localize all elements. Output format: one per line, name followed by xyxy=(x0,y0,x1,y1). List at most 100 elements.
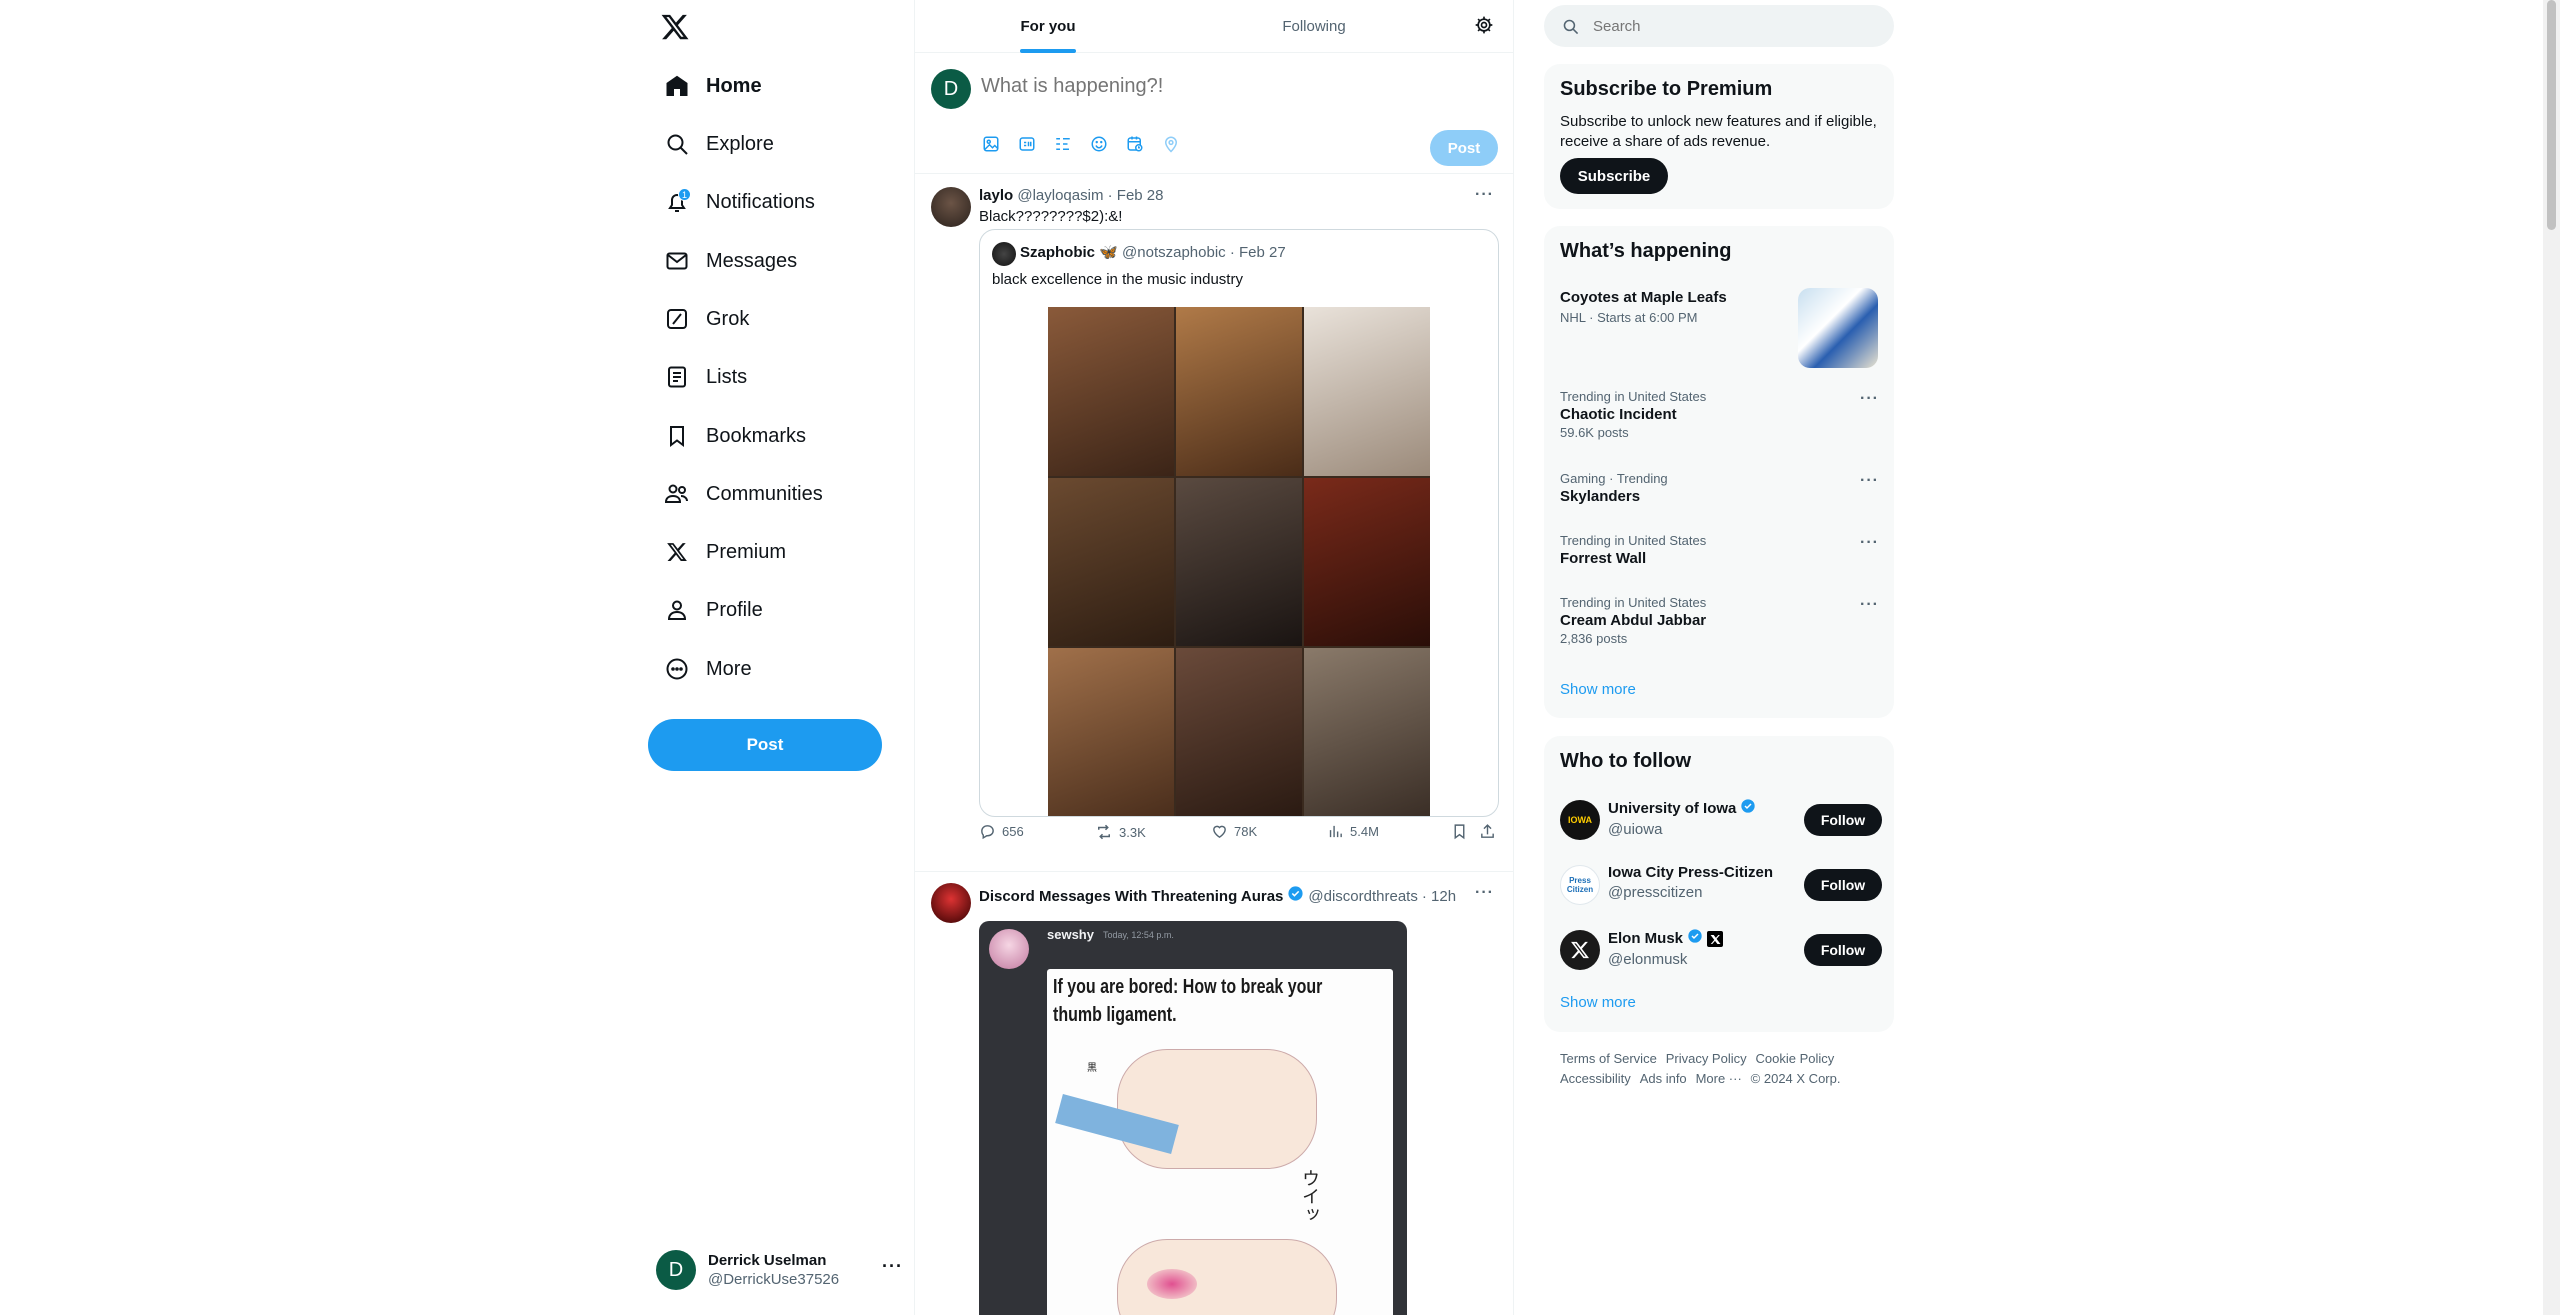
nav-label: Bookmarks xyxy=(706,424,807,447)
more-horizontal-icon[interactable]: ··· xyxy=(1475,884,1494,902)
like-count: 78K xyxy=(1234,824,1258,839)
footer-link-accessibility[interactable]: Accessibility xyxy=(1560,1071,1631,1086)
share-button[interactable] xyxy=(1479,823,1496,840)
avatar[interactable] xyxy=(931,187,971,227)
bookmark-button[interactable] xyxy=(1451,823,1468,840)
nav-premium[interactable]: Premium xyxy=(650,525,890,579)
follow-suggestion[interactable]: Elon Musk @elonmusk Follow xyxy=(1560,928,1882,972)
quoted-tweet[interactable]: Szaphobic 🦋 @notszaphobic · Feb 27 black… xyxy=(979,229,1499,817)
post-button[interactable]: Post xyxy=(648,719,882,771)
show-more-link[interactable]: Show more xyxy=(1560,994,1636,1011)
nav-profile[interactable]: Profile xyxy=(650,583,890,637)
footer: Terms of Service Privacy Policy Cookie P… xyxy=(1560,1049,1890,1089)
author-handle[interactable]: @discordthreats xyxy=(1308,887,1417,907)
emoji-icon[interactable] xyxy=(1089,134,1109,154)
footer-link-privacy[interactable]: Privacy Policy xyxy=(1666,1051,1747,1066)
tab-for-you[interactable]: For you xyxy=(915,0,1181,53)
schedule-icon[interactable] xyxy=(1125,134,1145,154)
search-bar[interactable] xyxy=(1544,5,1894,47)
nav-label: Lists xyxy=(706,365,748,388)
nav-label: More xyxy=(706,657,752,680)
follow-button[interactable]: Follow xyxy=(1804,869,1882,901)
nav-communities[interactable]: Communities xyxy=(650,467,890,521)
subscribe-button[interactable]: Subscribe xyxy=(1560,158,1668,194)
more-horizontal-icon[interactable]: ··· xyxy=(1475,186,1494,204)
tweet-time[interactable]: · Feb 28 xyxy=(1108,187,1164,204)
avatar[interactable] xyxy=(931,883,971,923)
like-button[interactable]: 78K xyxy=(1211,823,1257,840)
footer-link-terms[interactable]: Terms of Service xyxy=(1560,1051,1657,1066)
more-horizontal-icon[interactable]: ··· xyxy=(1860,596,1879,614)
scrollbar[interactable] xyxy=(2543,0,2560,1315)
verified-badge-icon xyxy=(1740,798,1756,820)
tweet-image[interactable]: sewshy Today, 12:54 p.m. If you are bore… xyxy=(979,921,1407,1315)
nav-grok[interactable]: Grok xyxy=(650,292,890,346)
nav-label: Home xyxy=(706,74,762,97)
poll-icon[interactable] xyxy=(1053,134,1073,154)
follow-suggestion[interactable]: IOWA University of Iowa @uiowa Follow xyxy=(1560,798,1882,842)
nav-bookmarks[interactable]: Bookmarks xyxy=(650,409,890,463)
trend-posts: 2,836 posts xyxy=(1560,631,1628,646)
tweet[interactable]: Discord Messages With Threatening Auras … xyxy=(915,873,1513,1315)
tweet-time[interactable]: · 12h xyxy=(1422,887,1456,907)
reply-icon xyxy=(981,825,994,840)
tweet[interactable]: laylo @layloqasim · Feb 28 ··· Black????… xyxy=(915,175,1513,872)
reply-button[interactable]: 656 xyxy=(979,823,1024,840)
more-horizontal-icon[interactable]: ··· xyxy=(1860,472,1879,490)
views-button[interactable]: 5.4M xyxy=(1327,823,1379,840)
image-icon[interactable] xyxy=(981,134,1001,154)
trend-item[interactable]: Gaming · Trending Skylanders xyxy=(1560,471,1880,507)
tweet-actions: 656 3.3K 78K 5.4M xyxy=(979,823,1499,845)
nav-home[interactable]: Home xyxy=(650,59,890,113)
avatar: D xyxy=(656,1250,696,1290)
gear-icon[interactable] xyxy=(1474,15,1496,37)
repost-count: 3.3K xyxy=(1119,824,1146,840)
trend-item[interactable]: Trending in United States Forrest Wall xyxy=(1560,533,1880,569)
author-name[interactable]: Discord Messages With Threatening Auras xyxy=(979,887,1283,907)
trend-item[interactable]: Trending in United States Chaotic Incide… xyxy=(1560,389,1880,441)
account-switcher[interactable]: D Derrick Uselman @DerrickUse37526 ··· xyxy=(656,1244,906,1296)
nav-lists[interactable]: Lists xyxy=(650,350,890,404)
event-image[interactable] xyxy=(1798,288,1878,368)
avatar xyxy=(1560,930,1600,970)
x-logo-icon xyxy=(1571,941,1589,959)
more-horizontal-icon[interactable]: ··· xyxy=(882,1256,903,1277)
event-item[interactable]: Coyotes at Maple Leafs NHL · Starts at 6… xyxy=(1560,288,1810,326)
repost-button[interactable]: 3.3K xyxy=(1095,823,1146,841)
footer-link-more[interactable]: More ··· xyxy=(1696,1071,1742,1086)
follow-button[interactable]: Follow xyxy=(1804,934,1882,966)
trend-item[interactable]: Trending in United States Cream Abdul Ja… xyxy=(1560,595,1880,647)
account-handle: @uiowa xyxy=(1608,821,1663,838)
search-input[interactable] xyxy=(1591,16,1871,36)
location-icon[interactable] xyxy=(1161,134,1181,154)
avatar xyxy=(992,242,1016,266)
author-handle[interactable]: @layloqasim xyxy=(1017,187,1103,204)
compose-input[interactable] xyxy=(981,75,1461,98)
nav-label: Communities xyxy=(706,482,823,505)
follow-button[interactable]: Follow xyxy=(1804,804,1882,836)
compose-post-button[interactable]: Post xyxy=(1430,130,1498,166)
gif-icon[interactable] xyxy=(1017,134,1037,154)
footer-link-cookies[interactable]: Cookie Policy xyxy=(1756,1051,1835,1066)
timeline: For you Following D Post l xyxy=(914,0,1514,1315)
discord-attachment: If you are bored: How to break your thum… xyxy=(1047,969,1393,1315)
tweet-image[interactable] xyxy=(1048,307,1430,816)
section-title: Who to follow xyxy=(1560,750,1692,772)
author-name[interactable]: laylo xyxy=(979,187,1013,204)
nav-messages[interactable]: Messages xyxy=(650,234,890,288)
nav-more[interactable]: More xyxy=(650,642,890,696)
scrollbar-thumb[interactable] xyxy=(2547,0,2556,230)
tweet-text: Black????????$2):&! xyxy=(979,208,1123,225)
discord-timestamp: Today, 12:54 p.m. xyxy=(1103,930,1174,940)
more-horizontal-icon[interactable]: ··· xyxy=(1860,534,1879,552)
nav-notifications[interactable]: 1 Notifications xyxy=(650,175,890,229)
x-logo-icon[interactable] xyxy=(660,12,696,48)
nav-explore[interactable]: Explore xyxy=(650,117,890,171)
tab-following[interactable]: Following xyxy=(1181,0,1447,53)
follow-suggestion[interactable]: Press Citizen Iowa City Press-Citizen @p… xyxy=(1560,863,1882,907)
more-horizontal-icon[interactable]: ··· xyxy=(1860,390,1879,408)
show-more-link[interactable]: Show more xyxy=(1560,681,1636,698)
footer-link-ads[interactable]: Ads info xyxy=(1640,1071,1687,1086)
people-icon xyxy=(650,467,704,521)
composer: D Post xyxy=(915,53,1513,174)
